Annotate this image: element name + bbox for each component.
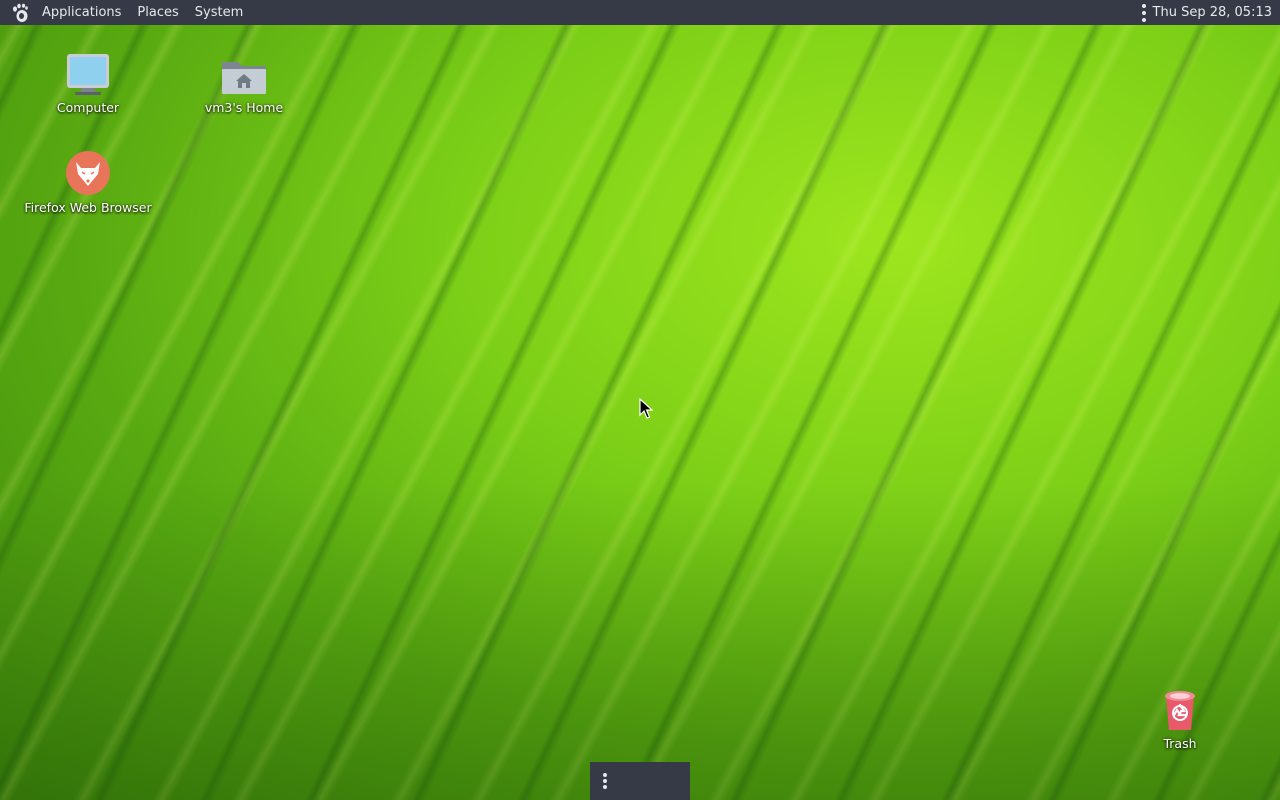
vertical-dots-icon[interactable] xyxy=(1141,3,1147,22)
desktop-icon-label: vm3's Home xyxy=(204,100,284,115)
vertical-dots-icon[interactable] xyxy=(603,773,607,789)
mouse-cursor-icon xyxy=(639,398,653,419)
top-panel: Applications Places System Thu Sep 28, 0… xyxy=(0,0,1280,25)
desktop-icon-home[interactable]: vm3's Home xyxy=(179,48,309,115)
desktop-icon-label: Trash xyxy=(1163,736,1197,751)
desktop-icon-label: Firefox Web Browser xyxy=(24,200,152,215)
menu-system[interactable]: System xyxy=(187,0,251,25)
menu-applications[interactable]: Applications xyxy=(34,0,129,25)
desktop-icon-trash[interactable]: Trash xyxy=(1115,684,1245,751)
desktop-icon-computer[interactable]: Computer xyxy=(23,48,153,115)
desktop-icon-firefox[interactable]: Firefox Web Browser xyxy=(23,148,153,215)
trash-icon xyxy=(1156,684,1204,732)
monitor-icon xyxy=(64,48,112,96)
gnome-foot-icon[interactable] xyxy=(10,3,30,23)
bottom-panel xyxy=(590,762,690,800)
firefox-icon xyxy=(64,148,112,196)
clock[interactable]: Thu Sep 28, 05:13 xyxy=(1153,5,1280,20)
home-folder-icon xyxy=(220,48,268,96)
desktop-icon-label: Computer xyxy=(56,100,120,115)
menu-places[interactable]: Places xyxy=(129,0,186,25)
